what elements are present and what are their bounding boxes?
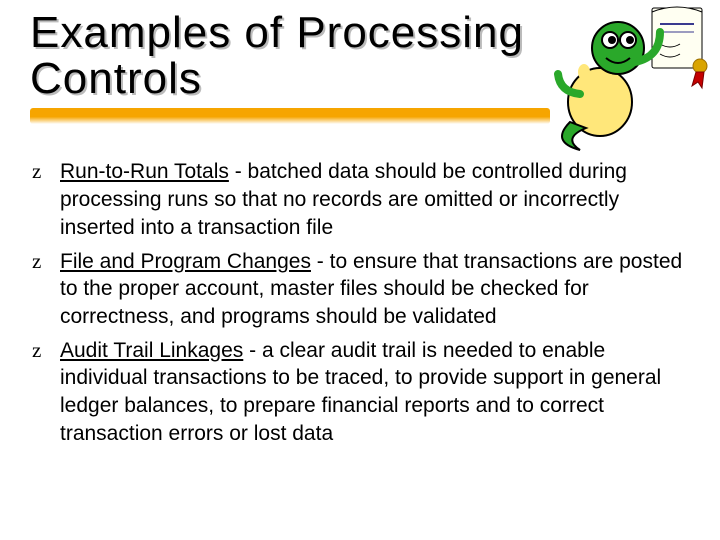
- bullet-term: Run-to-Run Totals: [60, 160, 229, 183]
- list-item: Audit Trail Linkages - a clear audit tra…: [32, 337, 690, 454]
- list-item: Run-to-Run Totals - batched data should …: [32, 158, 690, 247]
- slide-title: Examples of Processing Controls: [30, 10, 530, 102]
- bullet-list: Run-to-Run Totals - batched data should …: [32, 158, 690, 453]
- bullet-term: Audit Trail Linkages: [60, 339, 243, 362]
- bullet-term: File and Program Changes: [60, 250, 311, 273]
- title-underline: [30, 108, 550, 124]
- list-item: File and Program Changes - to ensure tha…: [32, 248, 690, 337]
